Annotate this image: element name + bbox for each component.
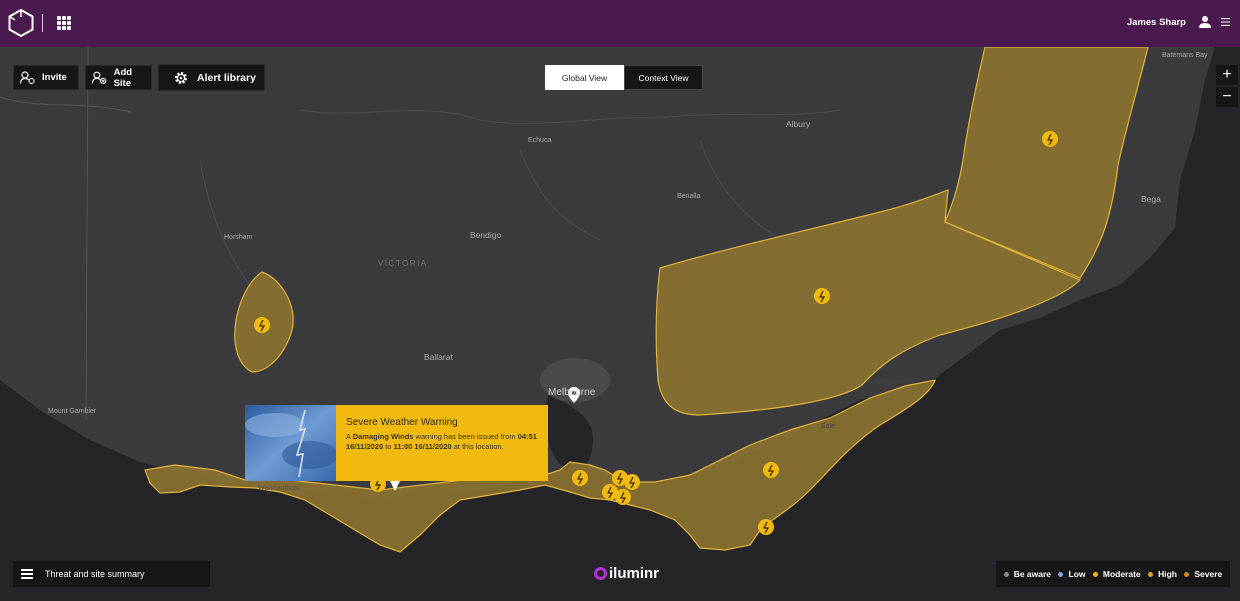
legend-item-moderate: Moderate [1092, 569, 1141, 579]
brand-logo: iluminr [594, 565, 659, 582]
popup-to: 11:00 16/11/2020 [393, 442, 452, 451]
popup-title: Severe Weather Warning [346, 417, 458, 428]
map-label-echuca: Echuca [528, 137, 551, 144]
legend-dot [1058, 571, 1064, 577]
header-divider [42, 14, 43, 32]
popup-body: A Damaging Winds warning has been issued… [346, 432, 537, 451]
user-name[interactable]: James Sharp [1127, 17, 1186, 28]
legend-dot [1003, 571, 1009, 577]
map-label-ballarat: Ballarat [424, 352, 453, 362]
add-site-icon [92, 71, 107, 84]
map-label-victoria: VICTORIA [378, 259, 428, 268]
warning-marker[interactable] [763, 462, 779, 478]
legend-item-low: Low [1058, 569, 1085, 579]
warning-marker[interactable] [624, 474, 640, 490]
user-icon[interactable] [1198, 15, 1212, 29]
map-label-mount-gambier: Mount Gambier [48, 408, 97, 415]
summary-label: Threat and site summary [45, 569, 145, 579]
top-bar: James Sharp [0, 0, 1240, 47]
warning-marker[interactable] [572, 470, 588, 486]
menu-icon[interactable] [1221, 18, 1230, 26]
legend-item-high: High [1148, 569, 1177, 579]
view-toggle: Global View Context View [545, 65, 703, 90]
invite-user-icon [20, 71, 35, 84]
logo-hexagon-icon[interactable] [8, 9, 34, 37]
warning-marker[interactable] [615, 489, 631, 505]
zoom-in-button[interactable]: + [1216, 65, 1238, 85]
severity-legend: Be aware Low Moderate High Severe [996, 561, 1230, 587]
warning-marker[interactable] [758, 519, 774, 535]
popup-hazard: Damaging Winds [352, 432, 414, 441]
invite-button[interactable]: Invite [13, 65, 79, 90]
map-label-benalla: Benalla [677, 193, 700, 200]
map-label-warrnambool: Warrnambool [258, 485, 300, 492]
legend-dot [1092, 571, 1098, 577]
map-label-bairnsdale: Bairnsdale [874, 378, 907, 385]
add-site-button[interactable]: Add Site [85, 65, 152, 90]
alert-library-button[interactable]: Alert library [158, 64, 265, 91]
legend-item-severe: Severe [1184, 569, 1222, 579]
invite-label: Invite [42, 72, 67, 83]
warning-marker[interactable] [254, 317, 270, 333]
apps-grid-icon[interactable] [57, 16, 71, 30]
threat-summary-button[interactable]: Threat and site summary [13, 561, 210, 587]
alert-library-label: Alert library [197, 71, 256, 84]
context-view-tab[interactable]: Context View [624, 65, 703, 90]
map-label-bendigo: Bendigo [470, 230, 501, 240]
brand-name: iluminr [609, 565, 660, 582]
storm-image [245, 405, 336, 481]
map-label-albury: Albury [786, 119, 811, 129]
add-site-label: Add Site [113, 66, 133, 89]
map-label-sale: Sale [821, 423, 835, 430]
map-label-batemans-bay: Batemans Bay [1162, 52, 1208, 59]
map-label-melbourne: Melbourne [548, 387, 596, 398]
warning-marker[interactable] [814, 288, 830, 304]
popup-pointer [390, 481, 400, 491]
zoom-controls: + − [1216, 65, 1238, 109]
brand-mark-icon [594, 567, 607, 580]
legend-dot [1148, 571, 1154, 577]
zoom-out-button[interactable]: − [1216, 87, 1238, 107]
warning-popup[interactable]: Severe Weather Warning A Damaging Winds … [245, 405, 548, 491]
gear-icon [175, 71, 187, 84]
hamburger-icon [21, 567, 33, 581]
legend-item-be-aware: Be aware [1003, 569, 1051, 579]
warning-marker[interactable] [1042, 131, 1058, 147]
legend-dot [1184, 571, 1190, 577]
global-view-tab[interactable]: Global View [545, 65, 624, 90]
map-label-bega: Bega [1141, 194, 1161, 204]
map-label-horsham: Horsham [224, 234, 253, 241]
